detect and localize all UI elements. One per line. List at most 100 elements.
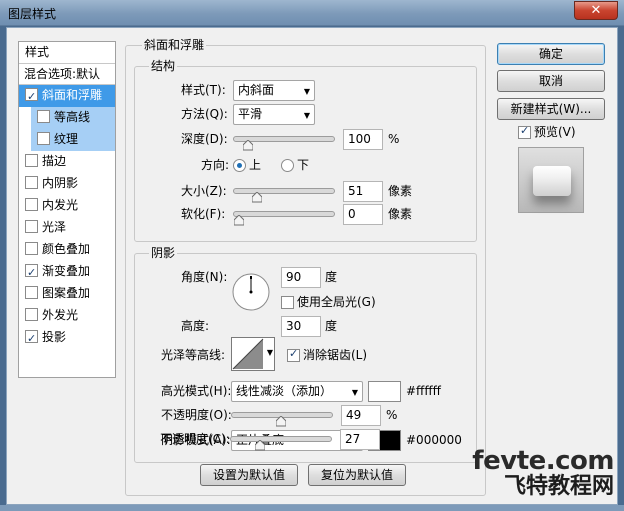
style-checkbox[interactable] [25, 286, 38, 299]
slider-thumb[interactable] [234, 215, 244, 226]
size-slider[interactable] [233, 188, 335, 203]
global-light-label[interactable]: 使用全局光(G) [297, 292, 376, 312]
reset-default-button[interactable]: 复位为默认值 [308, 464, 406, 486]
style-list-item[interactable]: 图案叠加 [19, 283, 115, 305]
highlight-color-swatch[interactable] [368, 381, 401, 402]
method-dropdown-value: 平滑 [238, 107, 263, 121]
close-button[interactable]: ✕ [574, 1, 618, 20]
slider-thumb[interactable] [255, 440, 266, 451]
gloss-contour-picker[interactable]: ▼ [231, 337, 275, 371]
cancel-button[interactable]: 取消 [497, 70, 605, 92]
structure-title: 结构 [149, 59, 178, 73]
style-list-item[interactable]: 光泽 [19, 217, 115, 239]
style-list-item[interactable]: 渐变叠加 [19, 261, 115, 283]
angle-input[interactable]: 90 [281, 267, 321, 288]
style-checkbox[interactable] [37, 132, 50, 145]
direction-up-label[interactable]: 上 [249, 155, 261, 175]
style-checkbox[interactable] [25, 198, 38, 211]
altitude-input[interactable]: 30 [281, 316, 321, 337]
shadow-opacity-unit: % [385, 432, 397, 446]
style-list-item[interactable]: 纹理 [31, 129, 115, 151]
highlight-opacity-input[interactable]: 49 [341, 405, 381, 426]
style-list-item-label: 描边 [42, 154, 67, 168]
style-list-item[interactable]: 投影 [19, 327, 115, 349]
style-list-item[interactable]: 斜面和浮雕 [19, 85, 115, 107]
slider-thumb[interactable] [276, 416, 287, 427]
style-list-item[interactable]: 内阴影 [19, 173, 115, 195]
style-checkbox[interactable] [25, 176, 38, 189]
chevron-down-icon: ▼ [351, 388, 358, 397]
style-list-item-label: 颜色叠加 [42, 242, 91, 256]
watermark-url: fevte.com [472, 446, 614, 476]
angle-label: 角度(N): [181, 270, 228, 284]
style-dropdown[interactable]: 内斜面 ▼ [233, 80, 315, 101]
window-frame-bottom [0, 505, 624, 511]
styles-list: 样式 混合选项:默认 斜面和浮雕等高线纹理描边内阴影内发光光泽颜色叠加渐变叠加图… [18, 41, 116, 378]
direction-down-radio[interactable] [281, 159, 294, 172]
chevron-down-icon: ▼ [303, 87, 310, 96]
title-bar: 图层样式 ✕ [0, 0, 624, 26]
style-list-item[interactable]: 等高线 [31, 107, 115, 129]
style-list-item-label: 图案叠加 [42, 286, 91, 300]
size-input[interactable]: 51 [343, 181, 383, 202]
style-list-item[interactable]: 内发光 [19, 195, 115, 217]
styles-header: 样式 [19, 42, 115, 64]
style-checkbox[interactable] [25, 220, 38, 233]
style-checkbox[interactable] [37, 110, 50, 123]
style-list-item-label: 渐变叠加 [42, 264, 91, 278]
chevron-down-icon: ▼ [266, 348, 273, 357]
soften-unit: 像素 [388, 207, 413, 221]
soften-slider[interactable] [233, 211, 335, 226]
highlight-mode-value: 线性减淡（添加） [236, 384, 333, 398]
shadow-opacity-slider[interactable] [230, 436, 332, 451]
shadow-opacity-label: 不透明度(C): [160, 432, 230, 446]
depth-label: 深度(D): [181, 132, 228, 146]
style-list-item-label: 内阴影 [42, 176, 79, 190]
style-list-item-label: 斜面和浮雕 [42, 88, 103, 102]
style-checkbox[interactable] [25, 242, 38, 255]
make-default-button[interactable]: 设置为默认值 [200, 464, 298, 486]
contour-thumbnail-icon [232, 338, 264, 370]
new-style-button[interactable]: 新建样式(W)... [497, 98, 605, 120]
style-list-item-label: 光泽 [42, 220, 67, 234]
style-checkbox[interactable] [25, 262, 38, 283]
ok-button[interactable]: 确定 [497, 43, 605, 65]
soften-input[interactable]: 0 [343, 204, 383, 225]
style-list-item-label: 纹理 [54, 132, 79, 146]
shadow-opacity-input[interactable]: 27 [340, 429, 380, 450]
slider-thumb[interactable] [252, 192, 262, 203]
highlight-mode-dropdown[interactable]: 线性减淡（添加） ▼ [231, 381, 363, 402]
chevron-down-icon: ▼ [303, 111, 310, 120]
window-title: 图层样式 [8, 7, 57, 21]
depth-input[interactable]: 100 [343, 129, 383, 150]
slider-thumb[interactable] [243, 140, 253, 151]
angle-dial[interactable] [231, 272, 271, 312]
style-checkbox[interactable] [25, 308, 38, 321]
watermark: fevte.com 飞特教程网 [464, 448, 614, 498]
method-dropdown[interactable]: 平滑 ▼ [233, 104, 315, 125]
highlight-color-hex: #ffffff [406, 384, 441, 398]
structure-group: 结构 样式(T): 内斜面 ▼ 方法(Q): 平滑 ▼ 深度(D): 100 % 方… [134, 59, 477, 242]
style-checkbox[interactable] [25, 154, 38, 167]
style-checkbox[interactable] [25, 86, 38, 107]
style-list-item-label: 外发光 [42, 308, 79, 322]
highlight-opacity-slider[interactable] [231, 412, 333, 427]
direction-down-label[interactable]: 下 [297, 155, 309, 175]
preview-checkbox[interactable] [518, 124, 531, 139]
anti-alias-label[interactable]: 消除锯齿(L) [303, 345, 367, 365]
blending-options-item[interactable]: 混合选项:默认 [19, 64, 115, 85]
soften-label: 软化(F): [181, 207, 226, 221]
style-checkbox[interactable] [25, 328, 38, 349]
direction-up-radio[interactable] [233, 159, 246, 172]
depth-slider[interactable] [233, 136, 335, 151]
angle-unit: 度 [325, 270, 338, 284]
dialog-body: 样式 混合选项:默认 斜面和浮雕等高线纹理描边内阴影内发光光泽颜色叠加渐变叠加图… [6, 27, 618, 505]
style-list-item[interactable]: 外发光 [19, 305, 115, 327]
anti-alias-checkbox[interactable] [287, 347, 300, 362]
method-label: 方法(Q): [181, 107, 228, 121]
preview-label[interactable]: 预览(V) [534, 122, 576, 142]
size-label: 大小(Z): [181, 184, 227, 198]
global-light-checkbox[interactable] [281, 296, 294, 309]
style-list-item[interactable]: 描边 [19, 151, 115, 173]
style-list-item[interactable]: 颜色叠加 [19, 239, 115, 261]
